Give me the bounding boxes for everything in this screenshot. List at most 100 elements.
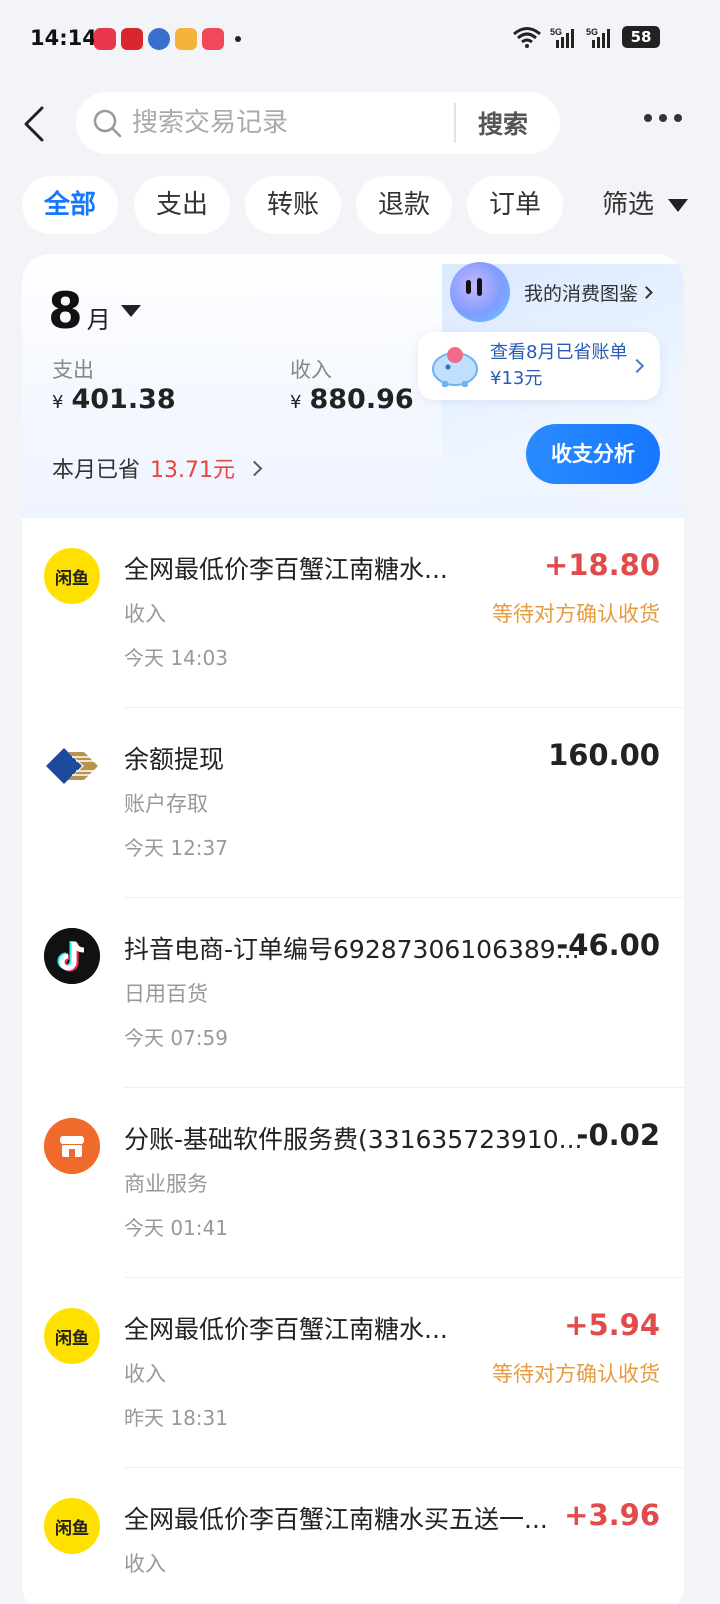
- filter-dropdown-icon: [668, 198, 689, 212]
- transaction-time: 昨天 18:31: [124, 1406, 228, 1430]
- status-time: 14:14: [30, 26, 97, 50]
- expense-label: 支出: [52, 358, 94, 382]
- wifi-icon: [513, 27, 541, 48]
- chevron-right-icon: [629, 358, 645, 374]
- redbook-app-icon: [202, 28, 224, 50]
- currency-symbol: ¥: [52, 392, 64, 413]
- status-bar: 14:14 5G 5G 58: [0, 0, 720, 84]
- xianyu-icon: 闲鱼: [44, 548, 100, 604]
- transaction-item[interactable]: 闲鱼 全网最低价李百蟹江南糖水... 收入 今天 14:03 +18.80 等待…: [22, 518, 684, 708]
- transaction-list: 闲鱼 全网最低价李百蟹江南糖水... 收入 今天 14:03 +18.80 等待…: [22, 518, 684, 1604]
- transaction-item[interactable]: 闲鱼 全网最低价李百蟹江南糖水... 收入 昨天 18:31 +5.94 等待对…: [22, 1278, 684, 1468]
- browser-app-icon: [148, 28, 170, 50]
- transaction-amount: +5.94: [564, 1308, 660, 1342]
- income-expense-analysis-button[interactable]: 收支分析: [526, 424, 660, 484]
- transaction-title: 全网最低价李百蟹江南糖水买五送一...: [124, 1505, 548, 1534]
- tab-order[interactable]: 订单: [467, 176, 563, 234]
- transaction-category: 账户存取: [124, 792, 208, 816]
- search-bar: 搜索: [76, 92, 560, 154]
- month-selector[interactable]: 8 月: [48, 282, 141, 340]
- income-label: 收入: [290, 358, 332, 382]
- transaction-amount: 160.00: [548, 738, 660, 772]
- month-summary: 8 月 支出 ¥401.38 收入 ¥880.96 本月已省 13.71元 我的…: [22, 254, 684, 518]
- piggy-bank-icon: [432, 347, 478, 387]
- transaction-status: 等待对方确认收货: [492, 1362, 660, 1386]
- more-dot: [659, 114, 667, 122]
- more-dot: [674, 114, 682, 122]
- status-indicators: 5G 5G 58: [512, 26, 660, 48]
- video-app-icon: [175, 28, 197, 50]
- gallery-label: 我的消费图鉴: [524, 282, 639, 305]
- battery-indicator: 58: [622, 26, 660, 48]
- transaction-amount: -0.02: [576, 1118, 660, 1152]
- monthly-savings-link[interactable]: 本月已省 13.71元: [52, 452, 263, 484]
- transaction-amount: +18.80: [543, 548, 660, 582]
- notification-icons: [94, 28, 241, 50]
- transaction-title: 全网最低价李百蟹江南糖水...: [124, 555, 448, 584]
- svg-text:5G: 5G: [586, 27, 598, 37]
- tab-all[interactable]: 全部: [22, 176, 118, 234]
- transaction-item[interactable]: 闲鱼 全网最低价李百蟹江南糖水买五送一... 收入 +3.96: [22, 1468, 684, 1604]
- bank-icon: [46, 748, 98, 784]
- transactions-card: 8 月 支出 ¥401.38 收入 ¥880.96 本月已省 13.71元 我的…: [22, 254, 684, 1604]
- expense-amount: ¥401.38: [52, 384, 176, 415]
- transaction-title: 抖音电商-订单编号69287306106389...: [124, 935, 580, 964]
- transaction-status: 等待对方确认收货: [492, 602, 660, 626]
- income-value: 880.96: [309, 384, 414, 415]
- transaction-time: 今天 12:37: [124, 836, 228, 860]
- transaction-category: 收入: [124, 1362, 166, 1386]
- shop-icon: [44, 1118, 100, 1174]
- more-options-button[interactable]: [644, 114, 682, 122]
- back-button[interactable]: [20, 104, 50, 144]
- savings-bill-bubble[interactable]: 查看8月已省账单¥13元: [418, 332, 660, 400]
- saved-value: 13.71元: [150, 458, 235, 483]
- more-dot: [644, 114, 652, 122]
- tab-expense[interactable]: 支出: [134, 176, 230, 234]
- transaction-amount: -46.00: [556, 928, 660, 962]
- transaction-amount: +3.96: [564, 1498, 660, 1532]
- filter-button[interactable]: 筛选: [602, 176, 689, 234]
- month-unit: 月: [86, 306, 111, 334]
- xianyu-icon: 闲鱼: [44, 1498, 100, 1554]
- tab-transfer[interactable]: 转账: [245, 176, 341, 234]
- music-app-icon: [94, 28, 116, 50]
- search-input[interactable]: [132, 108, 442, 138]
- month-number: 8: [48, 282, 83, 340]
- search-button[interactable]: 搜索: [478, 105, 528, 141]
- mascot-icon: [450, 262, 510, 322]
- currency-symbol: ¥: [290, 392, 302, 413]
- transaction-item[interactable]: 分账-基础软件服务费(331635723910... 商业服务 今天 01:41…: [22, 1088, 684, 1278]
- chevron-right-icon: [640, 285, 653, 299]
- search-divider: [454, 103, 456, 143]
- search-icon: [93, 109, 122, 138]
- signal-icon: 5G: [550, 27, 574, 48]
- more-notifications-dot: [235, 36, 241, 42]
- douyin-icon: [44, 928, 100, 984]
- transaction-time: 今天 14:03: [124, 646, 228, 670]
- filter-label: 筛选: [602, 190, 655, 220]
- transaction-category: 日用百货: [124, 982, 208, 1006]
- consumption-gallery-link[interactable]: 我的消费图鉴: [450, 260, 684, 324]
- transaction-time: 今天 07:59: [124, 1026, 228, 1050]
- transaction-item[interactable]: 余额提现 账户存取 今天 12:37 160.00: [22, 708, 684, 898]
- transaction-title: 分账-基础软件服务费(331635723910...: [124, 1125, 583, 1154]
- transaction-category: 收入: [124, 602, 166, 626]
- transaction-title: 全网最低价李百蟹江南糖水...: [124, 1315, 448, 1344]
- transaction-title: 余额提现: [124, 745, 225, 774]
- transaction-item[interactable]: 抖音电商-订单编号69287306106389... 日用百货 今天 07:59…: [22, 898, 684, 1088]
- income-amount: ¥880.96: [290, 384, 414, 415]
- bubble-text: 查看8月已省账单¥13元: [490, 342, 628, 389]
- filter-tabs: 全部 支出 转账 退款 订单 筛选: [22, 176, 720, 234]
- signal-icon: 5G: [586, 27, 610, 48]
- svg-text:5G: 5G: [550, 27, 562, 37]
- chevron-right-icon: [246, 460, 263, 476]
- expense-value: 401.38: [71, 384, 176, 415]
- month-dropdown-icon: [120, 305, 141, 317]
- transaction-time: 今天 01:41: [124, 1216, 228, 1240]
- transaction-category: 商业服务: [124, 1172, 208, 1196]
- tab-refund[interactable]: 退款: [356, 176, 452, 234]
- xianyu-icon: 闲鱼: [44, 1308, 100, 1364]
- news-app-icon: [121, 28, 143, 50]
- transaction-category: 收入: [124, 1552, 166, 1576]
- saved-label: 本月已省: [52, 458, 141, 483]
